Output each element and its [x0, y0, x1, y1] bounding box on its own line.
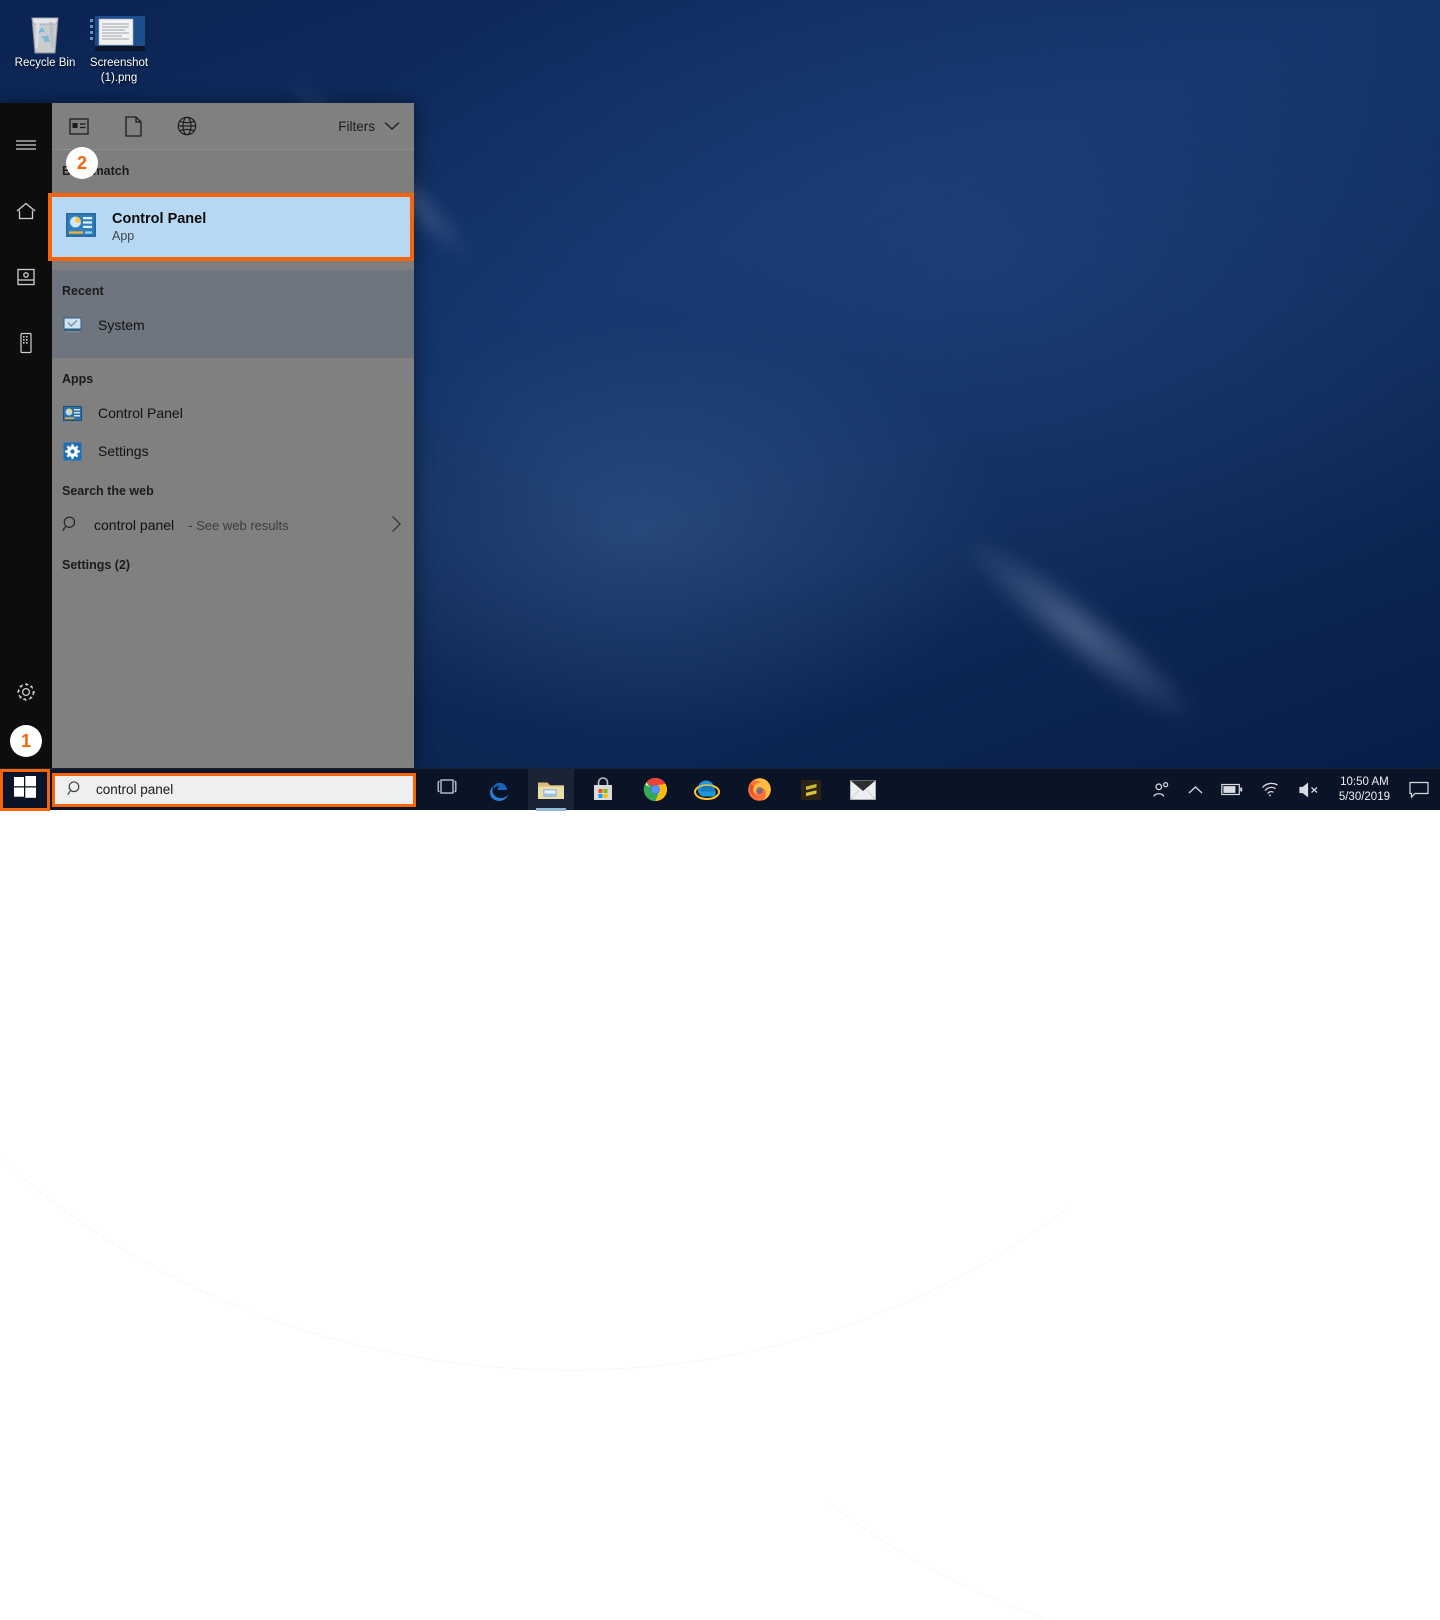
best-match-result[interactable]: Control Panel App [48, 193, 414, 261]
clock-time: 10:50 AM [1340, 775, 1389, 790]
taskbar-app-internet-explorer[interactable] [684, 769, 730, 811]
device-icon[interactable] [2, 319, 50, 367]
search-icon [62, 515, 80, 536]
gear-icon[interactable] [2, 668, 50, 716]
desktop-icon-screenshot[interactable]: Screenshot (1).png [74, 6, 164, 86]
best-match-subtitle: App [112, 229, 206, 243]
clock-date: 5/30/2019 [1339, 790, 1390, 805]
list-item[interactable]: Settings [52, 432, 414, 470]
taskbar: control panel [0, 768, 1440, 810]
chevron-right-icon [391, 515, 402, 536]
taskbar-search-input[interactable]: control panel [52, 773, 416, 807]
documents-icon[interactable] [2, 253, 50, 301]
apps-heading: Apps [52, 358, 414, 394]
search-filter-toolbar: Filters [52, 103, 414, 150]
hamburger-menu-icon[interactable] [2, 121, 50, 169]
control-panel-icon [66, 213, 96, 242]
web-result-item[interactable]: control panel - See web results [52, 506, 414, 544]
start-left-rail [0, 103, 52, 768]
list-item[interactable]: Control Panel [52, 394, 414, 432]
taskbar-app-buttons [476, 769, 886, 811]
all-apps-icon[interactable] [66, 113, 92, 139]
chevron-up-icon[interactable] [1179, 769, 1212, 811]
control-panel-icon [62, 403, 82, 423]
document-icon[interactable] [120, 113, 146, 139]
apps-section: Apps Control Panel [52, 358, 414, 580]
system-tray: 10:50 AM 5/30/2019 [1143, 769, 1440, 811]
recent-section: Recent System [52, 270, 414, 358]
windows-logo-icon [14, 776, 36, 803]
people-icon[interactable] [1143, 769, 1179, 811]
home-icon[interactable] [2, 187, 50, 235]
chevron-down-icon [384, 119, 400, 134]
list-item-label: Settings [98, 443, 149, 459]
task-view-icon [435, 778, 459, 801]
taskbar-clock[interactable]: 10:50 AM 5/30/2019 [1329, 769, 1400, 811]
wallpaper-arc-2 [491, 185, 1440, 1620]
taskbar-app-edge[interactable] [476, 769, 522, 811]
action-center-icon[interactable] [1400, 769, 1438, 811]
web-query-text: control panel [94, 517, 174, 533]
taskbar-app-file-explorer[interactable] [528, 769, 574, 811]
search-web-heading: Search the web [52, 470, 414, 506]
list-item[interactable]: System [52, 306, 414, 344]
list-item-label: System [98, 317, 145, 333]
callout-badge-2: 2 [66, 147, 98, 179]
battery-icon[interactable] [1212, 769, 1252, 811]
globe-icon[interactable] [174, 113, 200, 139]
taskbar-app-sublime-text[interactable] [788, 769, 834, 811]
search-input-value: control panel [96, 782, 173, 797]
taskbar-app-firefox[interactable] [736, 769, 782, 811]
system-monitor-icon [62, 315, 82, 335]
filters-label: Filters [338, 119, 375, 134]
png-file-icon [74, 6, 164, 56]
recent-heading: Recent [52, 270, 414, 306]
list-item-label: Control Panel [98, 405, 183, 421]
desktop-icon-label: Screenshot (1).png [74, 56, 164, 86]
web-result-suffix: - See web results [188, 518, 288, 533]
start-button[interactable] [0, 769, 50, 811]
wallpaper-glow-1 [943, 514, 1216, 746]
settings-group-heading: Settings (2) [52, 544, 414, 580]
task-view-button[interactable] [424, 769, 470, 811]
best-match-title: Control Panel [112, 211, 206, 227]
taskbar-app-mail[interactable] [840, 769, 886, 811]
settings-gear-icon [62, 441, 82, 461]
taskbar-app-chrome[interactable] [632, 769, 678, 811]
taskbar-app-microsoft-store[interactable] [580, 769, 626, 811]
filters-button[interactable]: Filters [338, 119, 400, 134]
wifi-icon[interactable] [1252, 769, 1289, 811]
search-icon [67, 780, 84, 800]
speaker-muted-icon[interactable] [1289, 769, 1329, 811]
callout-badge-1: 1 [10, 725, 42, 757]
best-match-heading: Best match [52, 150, 414, 186]
